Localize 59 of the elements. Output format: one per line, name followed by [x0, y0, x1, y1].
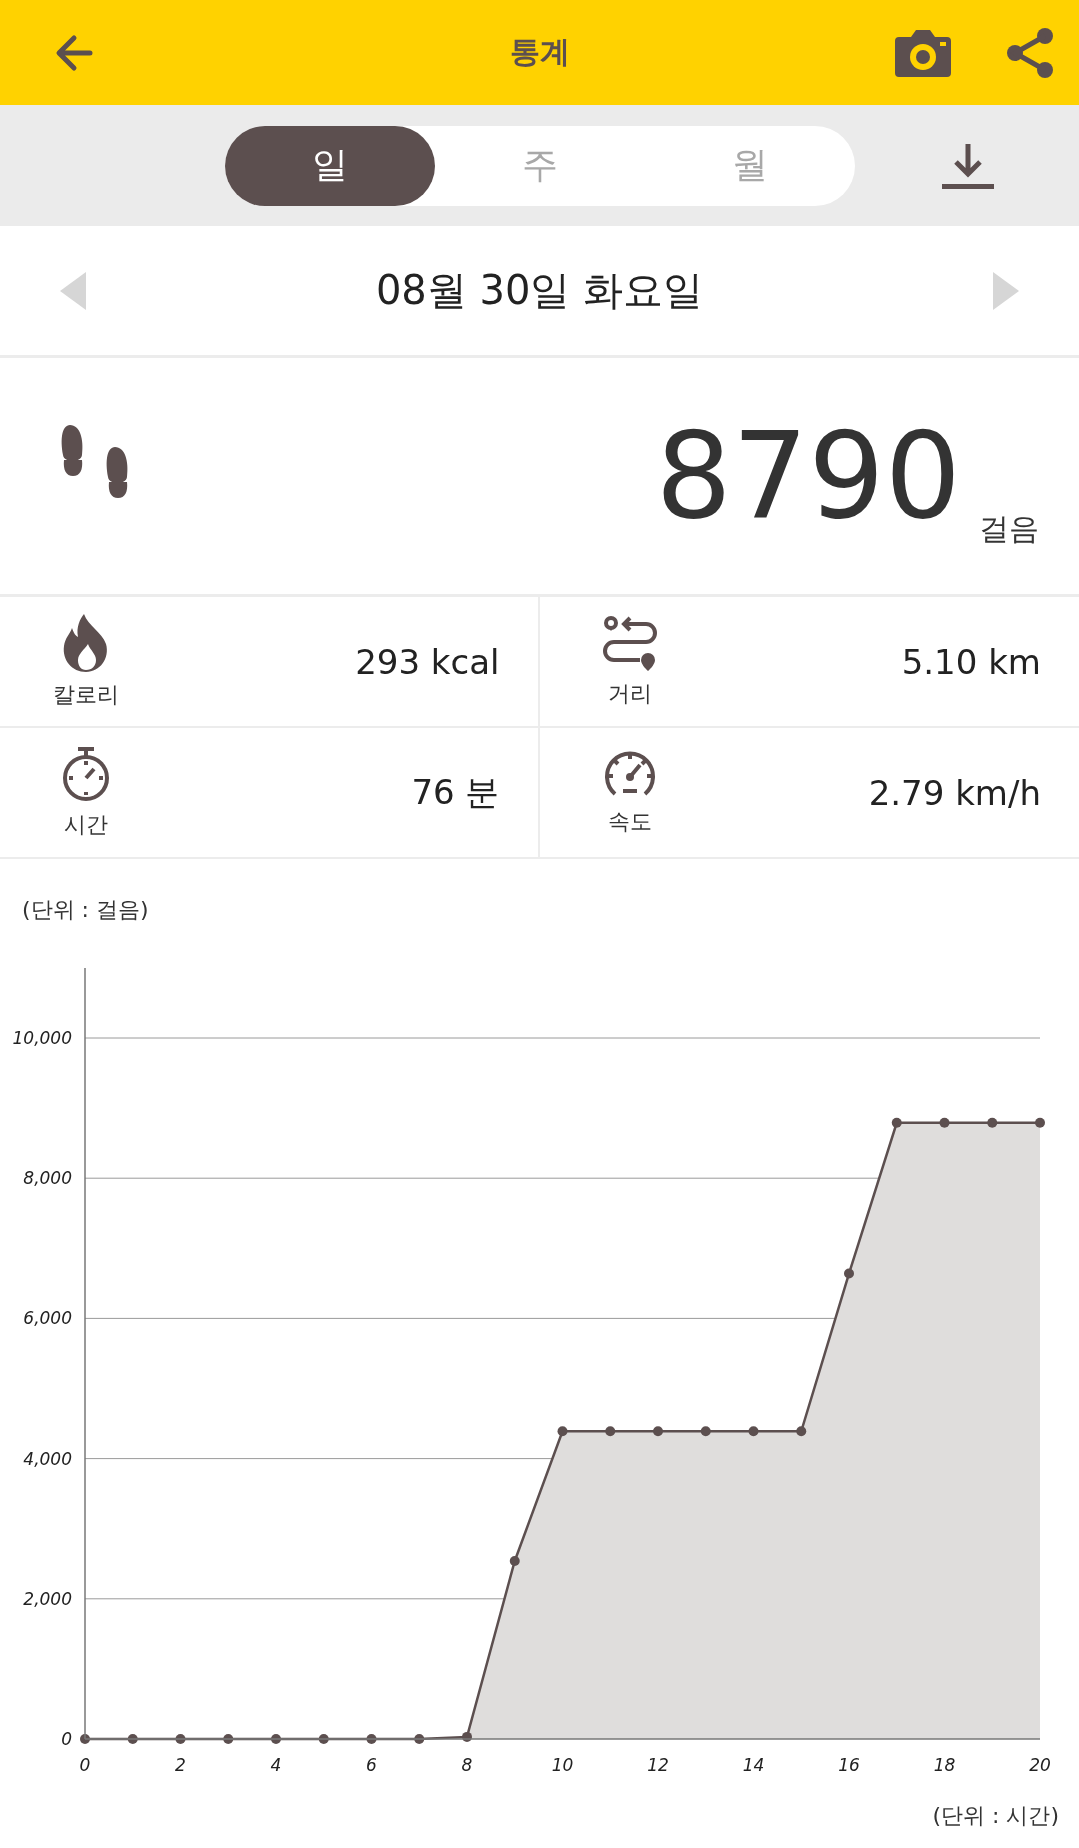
data-point — [844, 1268, 854, 1279]
stat-value: 2.79 km/h — [868, 772, 1041, 813]
data-point — [557, 1426, 568, 1437]
data-point — [223, 1734, 234, 1744]
stat-label: 거리 — [607, 679, 652, 708]
x-tick-label: 18 — [933, 1755, 956, 1775]
stat-value: 76 분 — [411, 770, 500, 814]
y-tick-label: 8,000 — [23, 1168, 72, 1189]
stat-label: 칼로리 — [53, 680, 119, 709]
x-tick-label: 16 — [838, 1755, 860, 1775]
y-tick-label: 6,000 — [23, 1308, 72, 1329]
x-tick-label: 20 — [1029, 1755, 1051, 1775]
period-tab[interactable]: 월 — [645, 125, 855, 206]
data-point — [462, 1731, 472, 1742]
share-icon[interactable] — [1005, 26, 1055, 79]
x-tick-label: 10 — [551, 1755, 574, 1775]
date-label: 08월 30일 화요일 — [375, 266, 704, 315]
y-axis-unit: (단위 : 걸음) — [21, 896, 150, 924]
stat-label: 시간 — [64, 810, 108, 839]
data-point — [748, 1426, 759, 1437]
data-point — [1035, 1117, 1045, 1128]
screen-title: 통계 — [508, 33, 571, 71]
data-point — [318, 1734, 329, 1744]
stat-label: 속도 — [607, 807, 652, 836]
data-point — [700, 1426, 711, 1437]
y-tick-label: 4,000 — [23, 1448, 72, 1469]
x-tick-label: 8 — [461, 1755, 473, 1775]
data-point — [653, 1426, 663, 1437]
data-point — [509, 1555, 520, 1566]
data-point — [80, 1734, 90, 1744]
step-unit: 걸음 — [979, 510, 1039, 548]
data-point — [414, 1734, 425, 1744]
data-point — [127, 1734, 138, 1744]
x-tick-label: 0 — [79, 1755, 91, 1775]
flame-icon — [62, 613, 110, 672]
stat-value: 293 kcal — [355, 641, 500, 682]
step-count: 8790 — [655, 416, 961, 536]
x-axis-unit: (단위 : 시간) — [932, 1802, 1059, 1830]
period-tab[interactable]: 일 — [225, 125, 435, 206]
data-point — [891, 1117, 902, 1128]
y-tick-label: 10,000 — [12, 1028, 72, 1048]
route-icon — [601, 614, 658, 671]
y-tick-label: 2,000 — [23, 1588, 72, 1609]
x-tick-label: 14 — [742, 1755, 765, 1775]
data-point — [366, 1734, 377, 1744]
y-tick-label: 0 — [61, 1729, 72, 1749]
x-tick-label: 12 — [647, 1755, 669, 1775]
stat-value: 5.10 km — [901, 641, 1041, 682]
period-tab[interactable]: 주 — [435, 125, 645, 206]
data-point — [987, 1117, 998, 1128]
data-point — [939, 1117, 950, 1128]
data-point — [271, 1734, 281, 1744]
data-point — [796, 1426, 807, 1437]
data-point — [605, 1426, 616, 1437]
x-tick-label: 4 — [270, 1755, 282, 1775]
stopwatch-icon — [61, 745, 111, 802]
data-point — [175, 1734, 186, 1744]
x-tick-label: 2 — [175, 1755, 186, 1775]
x-tick-label: 6 — [366, 1755, 377, 1775]
